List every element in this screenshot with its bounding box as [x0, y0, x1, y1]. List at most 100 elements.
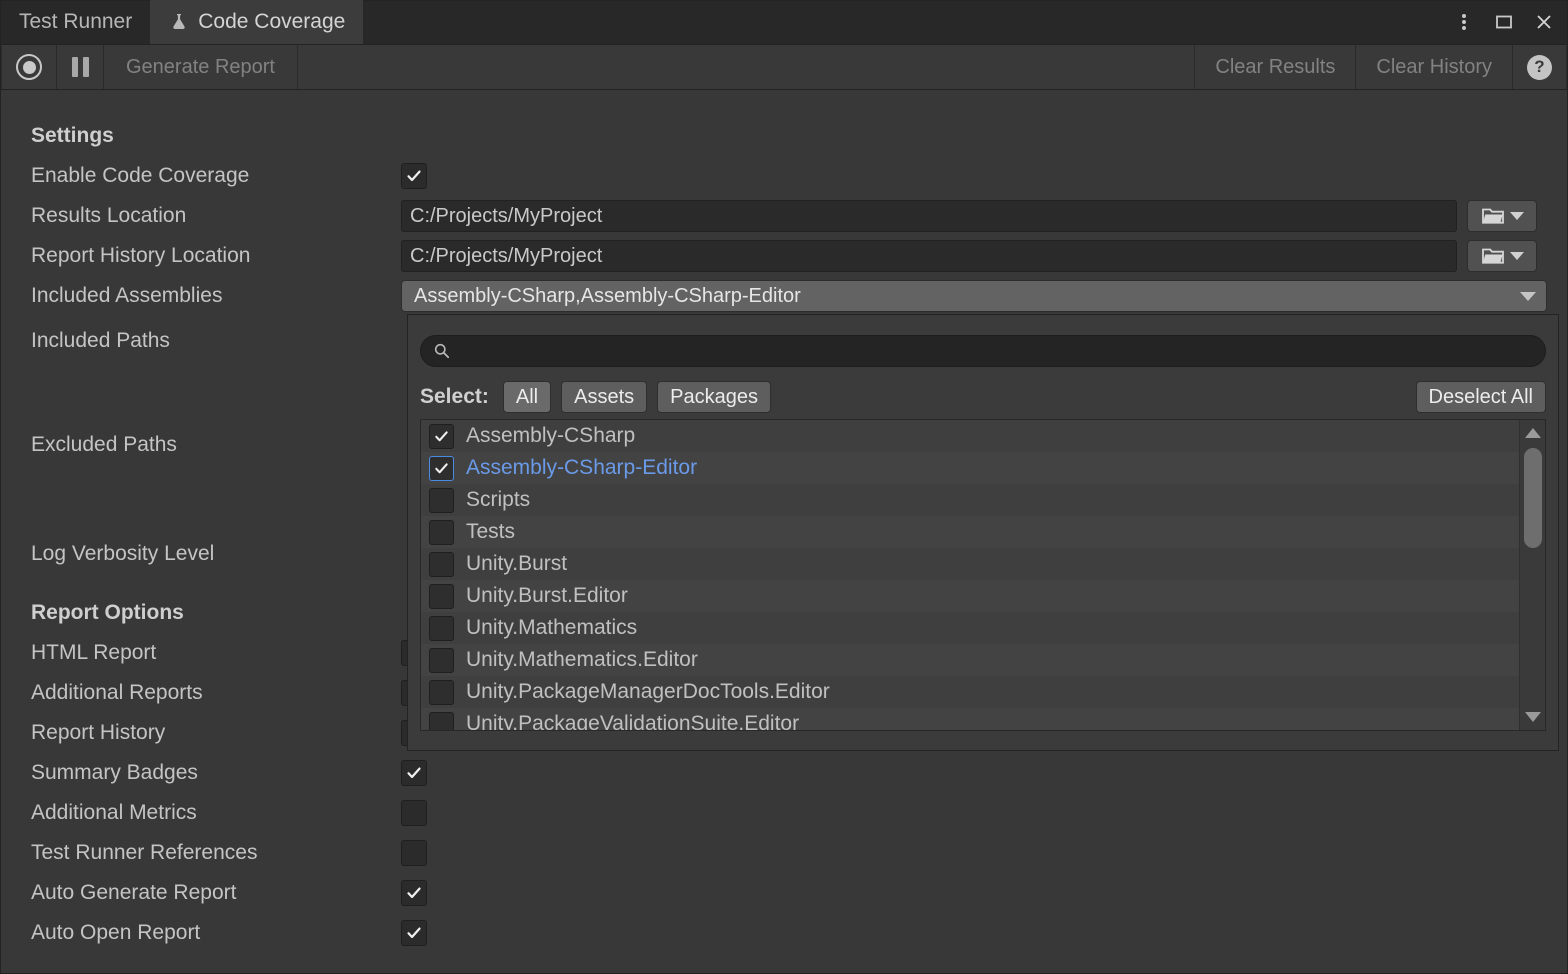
row-results-location: Results Location C:/Projects/MyProject [1, 196, 1567, 236]
row-additional-metrics: Additional Metrics [1, 793, 1567, 833]
assembly-label: Assembly-CSharp-Editor [466, 456, 697, 480]
scrollbar-thumb[interactable] [1524, 448, 1542, 548]
maximize-icon[interactable] [1491, 9, 1517, 35]
assembly-label: Unity.PackageManagerDocTools.Editor [466, 680, 830, 704]
included-assemblies-value: Assembly-CSharp,Assembly-CSharp-Editor [414, 285, 801, 308]
list-item[interactable]: Tests [421, 516, 1545, 548]
close-icon[interactable] [1531, 9, 1557, 35]
summary-badges-label: Summary Badges [1, 761, 401, 785]
assembly-label: Unity.Burst [466, 552, 567, 576]
row-auto-open-report: Auto Open Report [1, 913, 1567, 953]
flask-icon [168, 11, 190, 33]
list-item[interactable]: Scripts [421, 484, 1545, 516]
assembly-label: Unity.Burst.Editor [466, 584, 628, 608]
settings-heading-row: Settings [1, 116, 1567, 156]
list-item[interactable]: Unity.PackageManagerDocTools.Editor [421, 676, 1545, 708]
additional-metrics-checkbox[interactable] [401, 800, 427, 826]
auto-generate-report-checkbox[interactable] [401, 880, 427, 906]
deselect-all-button[interactable]: Deselect All [1416, 381, 1547, 413]
report-options-heading: Report Options [1, 601, 401, 625]
assembly-label: Unity.PackageValidationSuite.Editor [466, 712, 799, 731]
report-history-location-label: Report History Location [1, 244, 401, 268]
window-controls [1451, 9, 1557, 35]
record-icon [16, 54, 42, 80]
assembly-checkbox[interactable] [429, 680, 454, 705]
row-included-assemblies: Included Assemblies Assembly-CSharp,Asse… [1, 276, 1567, 316]
assembly-checkbox[interactable] [429, 552, 454, 577]
enable-code-coverage-label: Enable Code Coverage [1, 164, 401, 188]
assembly-checkbox[interactable] [429, 712, 454, 732]
list-item[interactable]: Assembly-CSharp-Editor [421, 452, 1545, 484]
kebab-menu-icon[interactable] [1451, 9, 1477, 35]
test-runner-references-checkbox[interactable] [401, 840, 427, 866]
results-location-input[interactable]: C:/Projects/MyProject [401, 200, 1457, 232]
assembly-checkbox[interactable] [429, 456, 454, 481]
enable-code-coverage-checkbox[interactable] [401, 163, 427, 189]
assembly-search-box[interactable] [420, 335, 1546, 367]
clear-history-label: Clear History [1376, 56, 1492, 79]
help-icon: ? [1527, 55, 1552, 80]
record-button[interactable] [2, 45, 56, 89]
excluded-paths-label: Excluded Paths [1, 433, 401, 457]
chevron-down-icon [1510, 252, 1524, 260]
report-history-location-browse-button[interactable] [1467, 240, 1537, 272]
generate-report-label: Generate Report [126, 56, 275, 79]
select-all-button[interactable]: All [503, 381, 551, 413]
pause-icon [72, 57, 89, 77]
row-summary-badges: Summary Badges [1, 753, 1567, 793]
assembly-label: Scripts [466, 488, 530, 512]
list-item[interactable]: Unity.Mathematics [421, 612, 1545, 644]
assembly-label: Tests [466, 520, 515, 544]
assembly-label: Assembly-CSharp [466, 424, 635, 448]
assembly-search-input[interactable] [459, 340, 1533, 362]
auto-open-report-checkbox[interactable] [401, 920, 427, 946]
chevron-down-icon [1510, 212, 1524, 220]
list-item[interactable]: Unity.Burst.Editor [421, 580, 1545, 612]
list-item[interactable]: Assembly-CSharp [421, 420, 1545, 452]
list-item[interactable]: Unity.Burst [421, 548, 1545, 580]
assembly-checkbox[interactable] [429, 584, 454, 609]
html-report-label: HTML Report [1, 641, 401, 665]
results-location-browse-button[interactable] [1467, 200, 1537, 232]
folder-icon [1481, 206, 1505, 226]
summary-badges-checkbox[interactable] [401, 760, 427, 786]
auto-generate-report-label: Auto Generate Report [1, 881, 401, 905]
assembly-select-row: Select: All Assets Packages Deselect All [420, 375, 1546, 419]
clear-results-button[interactable]: Clear Results [1195, 45, 1355, 89]
additional-reports-label: Additional Reports [1, 681, 401, 705]
clear-history-button[interactable]: Clear History [1356, 45, 1512, 89]
row-auto-generate-report: Auto Generate Report [1, 873, 1567, 913]
select-label: Select: [420, 385, 489, 409]
row-report-history-location: Report History Location C:/Projects/MyPr… [1, 236, 1567, 276]
select-packages-button[interactable]: Packages [657, 381, 771, 413]
scroll-down-arrow-icon[interactable] [1520, 706, 1546, 728]
assembly-checkbox[interactable] [429, 488, 454, 513]
list-item[interactable]: Unity.PackageValidationSuite.Editor [421, 708, 1545, 731]
scroll-up-arrow-icon[interactable] [1520, 422, 1546, 444]
generate-report-button[interactable]: Generate Report [104, 45, 297, 89]
tab-label: Code Coverage [198, 10, 345, 34]
help-button[interactable]: ? [1513, 45, 1566, 89]
assembly-list-scrollbar[interactable] [1519, 420, 1545, 730]
auto-open-report-label: Auto Open Report [1, 921, 401, 945]
tab-test-runner[interactable]: Test Runner [1, 0, 150, 44]
pause-button[interactable] [57, 45, 103, 89]
search-icon [433, 342, 451, 360]
additional-metrics-label: Additional Metrics [1, 801, 401, 825]
included-assemblies-dropdown[interactable]: Assembly-CSharp,Assembly-CSharp-Editor [401, 280, 1547, 312]
assembly-label: Unity.Mathematics [466, 616, 637, 640]
tab-code-coverage[interactable]: Code Coverage [150, 0, 363, 44]
assembly-checkbox[interactable] [429, 648, 454, 673]
report-history-location-input[interactable]: C:/Projects/MyProject [401, 240, 1457, 272]
row-test-runner-references: Test Runner References [1, 833, 1567, 873]
assembly-checkbox[interactable] [429, 616, 454, 641]
assembly-label: Unity.Mathematics.Editor [466, 648, 698, 672]
assembly-checkbox[interactable] [429, 424, 454, 449]
included-paths-label: Included Paths [1, 329, 401, 353]
list-item[interactable]: Unity.Mathematics.Editor [421, 644, 1545, 676]
assembly-checkbox[interactable] [429, 520, 454, 545]
select-assets-button[interactable]: Assets [561, 381, 647, 413]
tab-label: Test Runner [19, 10, 132, 34]
test-runner-references-label: Test Runner References [1, 841, 401, 865]
assemblies-dropdown-panel: Select: All Assets Packages Deselect All… [407, 314, 1559, 751]
